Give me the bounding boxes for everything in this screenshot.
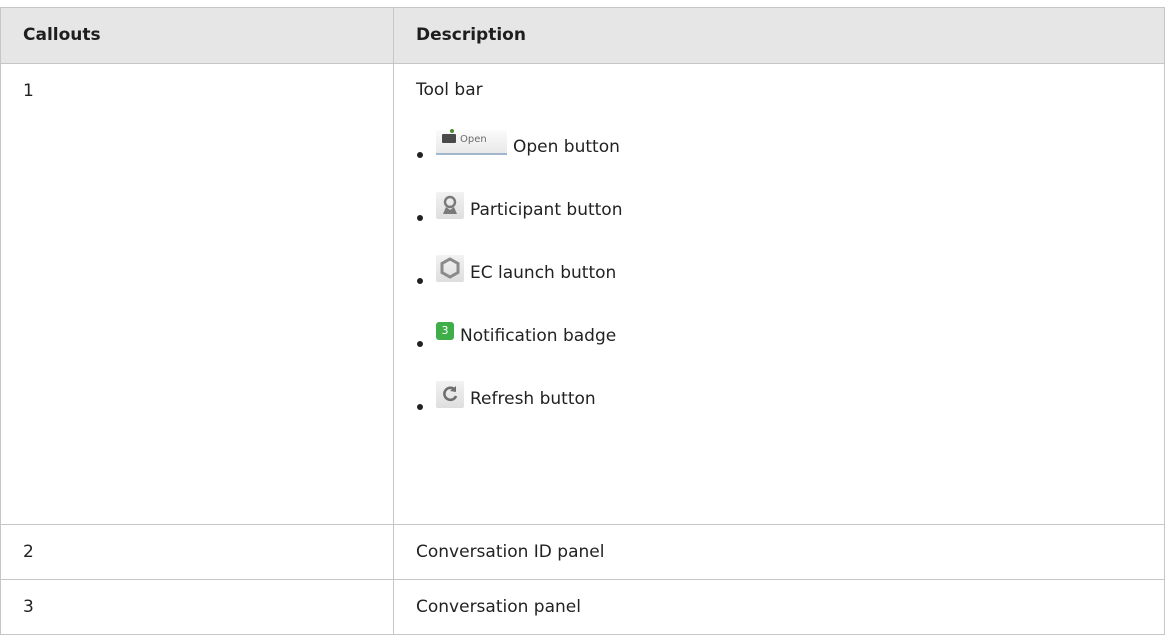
column-header-description: Description — [393, 7, 1165, 64]
participant-icon — [436, 191, 464, 219]
callouts-table: Callouts Description 1 Tool bar Open Open… — [0, 7, 1165, 635]
table-header-row: Callouts Description — [0, 7, 1165, 64]
list-item-label: EC launch button — [470, 263, 617, 283]
list-item-label: Open button — [513, 137, 620, 157]
list-item: Open Open button — [416, 116, 1164, 179]
callout-description: Conversation ID panel — [393, 524, 1165, 580]
callout-number: 1 — [0, 63, 394, 525]
list-item: Participant button — [416, 179, 1164, 242]
callout-number: 3 — [0, 579, 394, 635]
column-header-callouts: Callouts — [0, 7, 394, 64]
callout-description: Conversation panel — [393, 579, 1165, 635]
table-row: 3 Conversation panel — [0, 579, 1165, 635]
callout-number: 2 — [0, 524, 394, 580]
open-folder-icon: Open — [436, 128, 507, 155]
list-item-label: Participant button — [470, 200, 623, 220]
list-item: 3 Notification badge — [416, 305, 1164, 368]
tool-bar-item-list: Open Open button Participant button EC l… — [416, 116, 1164, 431]
notification-badge-icon: 3 — [436, 322, 454, 340]
refresh-icon — [436, 380, 464, 408]
table-row: 1 Tool bar Open Open button Participant b… — [0, 63, 1165, 525]
callout-description: Tool bar Open Open button Participant but… — [393, 63, 1165, 525]
ec-launch-icon — [436, 254, 464, 282]
tool-bar-title: Tool bar — [416, 80, 483, 100]
list-item: EC launch button — [416, 242, 1164, 305]
list-item-label: Notification badge — [460, 326, 617, 346]
list-item: Refresh button — [416, 368, 1164, 431]
list-item-label: Refresh button — [470, 389, 596, 409]
table-row: 2 Conversation ID panel — [0, 524, 1165, 580]
open-icon-text: Open — [460, 133, 487, 145]
